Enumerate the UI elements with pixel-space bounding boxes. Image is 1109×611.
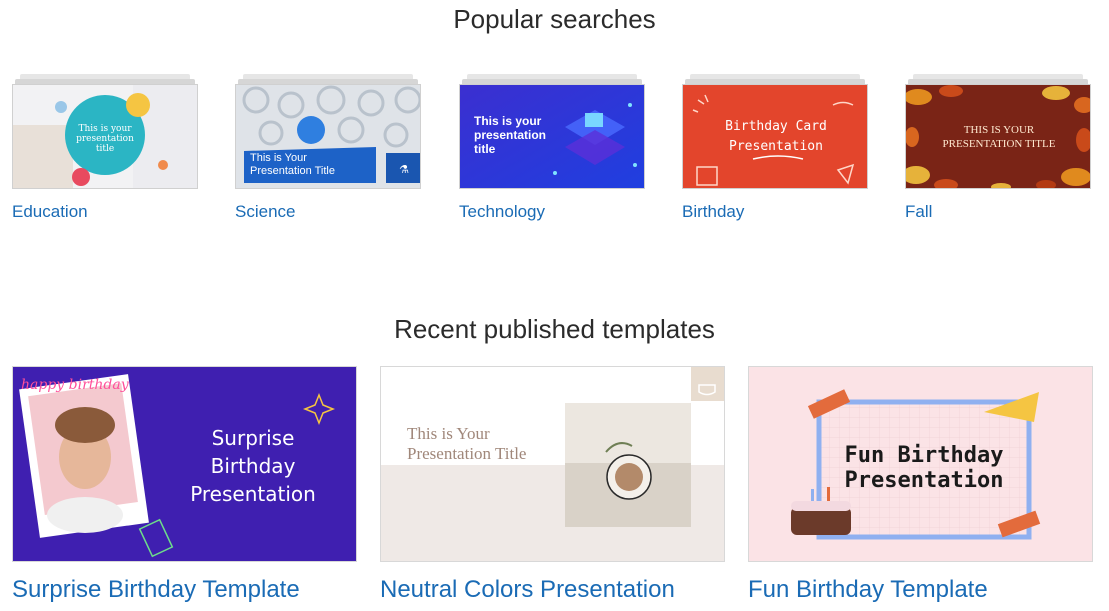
popular-link-science[interactable]: Science	[235, 202, 295, 222]
svg-text:presentation: presentation	[76, 134, 134, 144]
surprise-thumb-text-1: Surprise	[212, 426, 295, 450]
recent-link-neutral-colors[interactable]: Neutral Colors Presentation	[380, 576, 675, 604]
popular-link-education[interactable]: Education	[12, 202, 88, 222]
thumbnail-stack: Birthday Card Presentation	[682, 74, 868, 190]
technology-thumb-text-3: title	[474, 142, 496, 156]
fall-thumbnail[interactable]: THIS IS YOUR PRESENTATION TITLE	[905, 84, 1091, 189]
birthday-thumbnail[interactable]: Birthday Card Presentation	[682, 84, 868, 189]
fun-birthday-thumbnail[interactable]: Fun Birthday Presentation	[748, 366, 1093, 562]
surprise-thumb-text-2: Birthday	[211, 454, 296, 478]
svg-text:title: title	[96, 144, 114, 154]
thumbnail-stack: THIS IS YOUR PRESENTATION TITLE	[905, 74, 1091, 190]
fun-thumb-text-1: Fun Birthday	[845, 443, 1004, 468]
popular-card-education[interactable]: This is your presentation title Educatio…	[12, 74, 198, 221]
fun-thumb-text-2: Presentation	[845, 468, 1004, 493]
recent-templates-heading: Recent published templates	[394, 314, 715, 344]
recent-link-surprise-birthday[interactable]: Surprise Birthday Template	[12, 576, 300, 604]
education-thumb-text-1: This is your	[78, 124, 132, 134]
neutral-thumb-text-2: Presentation Title	[407, 444, 526, 463]
birthday-thumb-text-1: Birthday Card	[725, 119, 827, 134]
neutral-thumb-text-1: This is Your	[407, 424, 490, 443]
popular-searches-heading: Popular searches	[453, 4, 656, 34]
happy-birthday-sticker: happy birthday	[21, 377, 130, 393]
technology-thumb-text-2: presentation	[474, 128, 546, 142]
svg-text:⚗: ⚗	[399, 163, 409, 176]
popular-card-science[interactable]: This is Your Presentation Title ⚗ Scienc…	[235, 74, 421, 221]
surprise-birthday-thumbnail[interactable]: happy birthday Surprise Birthday Present…	[12, 366, 357, 562]
fall-thumb-text-2: PRESENTATION TITLE	[943, 138, 1056, 150]
technology-thumb-text-1: This is your	[474, 114, 542, 128]
science-thumb-text-2: Presentation Title	[250, 165, 335, 177]
recent-link-fun-birthday[interactable]: Fun Birthday Template	[748, 576, 988, 604]
thumbnail-stack: This is your presentation title	[12, 74, 198, 190]
science-thumbnail[interactable]: This is Your Presentation Title ⚗	[235, 84, 421, 189]
popular-link-fall[interactable]: Fall	[905, 202, 932, 222]
popular-link-birthday[interactable]: Birthday	[682, 202, 744, 222]
fall-thumb-text-1: THIS IS YOUR	[964, 124, 1035, 136]
science-thumb-text-1: This is Your	[250, 152, 307, 164]
popular-card-birthday[interactable]: Birthday Card Presentation Birthday	[682, 74, 868, 221]
cake-icon	[791, 507, 851, 535]
thumbnail-stack: This is Your Presentation Title ⚗	[235, 74, 421, 190]
education-thumbnail[interactable]: This is your presentation title	[12, 84, 198, 189]
popular-card-technology[interactable]: This is your presentation title Technolo…	[459, 74, 645, 221]
popular-card-fall[interactable]: THIS IS YOUR PRESENTATION TITLE Fall	[905, 74, 1091, 221]
technology-thumbnail[interactable]: This is your presentation title	[459, 84, 645, 189]
neutral-colors-thumbnail[interactable]: This is Your Presentation Title	[380, 366, 725, 562]
surprise-thumb-text-3: Presentation	[190, 482, 316, 506]
popular-link-technology[interactable]: Technology	[459, 202, 545, 222]
birthday-thumb-text-2: Presentation	[729, 139, 823, 154]
thumbnail-stack: This is your presentation title	[459, 74, 645, 190]
